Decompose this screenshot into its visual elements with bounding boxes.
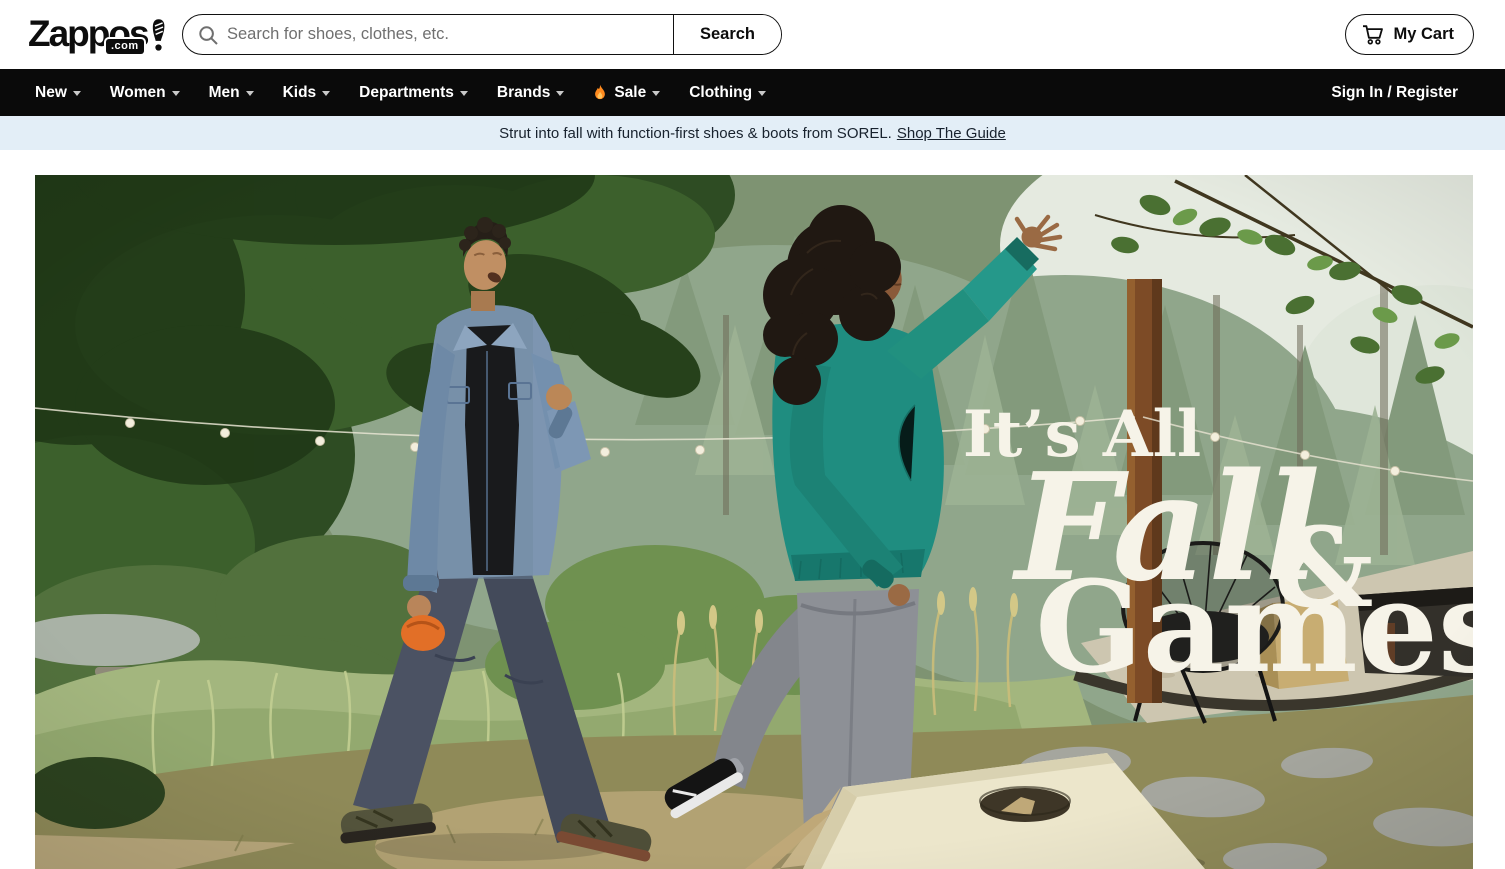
- caret-down-icon: [556, 91, 564, 96]
- caret-down-icon: [322, 91, 330, 96]
- search-form: Search: [182, 14, 782, 55]
- zappos-logo[interactable]: Zappos .com: [28, 11, 166, 58]
- nav-item-departments[interactable]: Departments: [359, 84, 468, 102]
- cart-icon: [1362, 24, 1384, 45]
- promo-banner: Strut into fall with function-first shoe…: [0, 116, 1505, 150]
- main-nav: New Women Men Kids Departments Brands Sa…: [0, 69, 1505, 116]
- caret-down-icon: [652, 91, 660, 96]
- caret-down-icon: [246, 91, 254, 96]
- nav-item-men[interactable]: Men: [209, 84, 254, 102]
- search-icon: [198, 25, 219, 46]
- search-button[interactable]: Search: [673, 15, 781, 54]
- caret-down-icon: [73, 91, 81, 96]
- search-box: [183, 15, 673, 54]
- hero-banner[interactable]: It’s All Fall & Games: [35, 175, 1473, 869]
- top-header: Zappos .com Search My Cart: [0, 0, 1505, 69]
- zappos-logo-com-badge: .com: [106, 39, 144, 54]
- caret-down-icon: [172, 91, 180, 96]
- nav-item-brands[interactable]: Brands: [497, 84, 564, 102]
- caret-down-icon: [460, 91, 468, 96]
- nav-item-clothing[interactable]: Clothing: [689, 84, 766, 102]
- nav-item-sale[interactable]: Sale: [593, 84, 660, 102]
- my-cart-button[interactable]: My Cart: [1345, 14, 1474, 55]
- search-input[interactable]: [183, 15, 673, 54]
- caret-down-icon: [758, 91, 766, 96]
- promo-shop-guide-link[interactable]: Shop The Guide: [897, 125, 1006, 142]
- nav-item-women[interactable]: Women: [110, 84, 180, 102]
- nav-item-kids[interactable]: Kids: [283, 84, 331, 102]
- my-cart-label: My Cart: [1393, 25, 1454, 44]
- hero-image: It’s All Fall & Games: [35, 175, 1473, 869]
- flame-icon: [593, 84, 607, 102]
- promo-message: Strut into fall with function-first shoe…: [499, 125, 892, 142]
- sign-in-register-link[interactable]: Sign In / Register: [1331, 84, 1458, 102]
- nav-item-new[interactable]: New: [35, 84, 81, 102]
- shoe-logo-icon: [150, 12, 166, 58]
